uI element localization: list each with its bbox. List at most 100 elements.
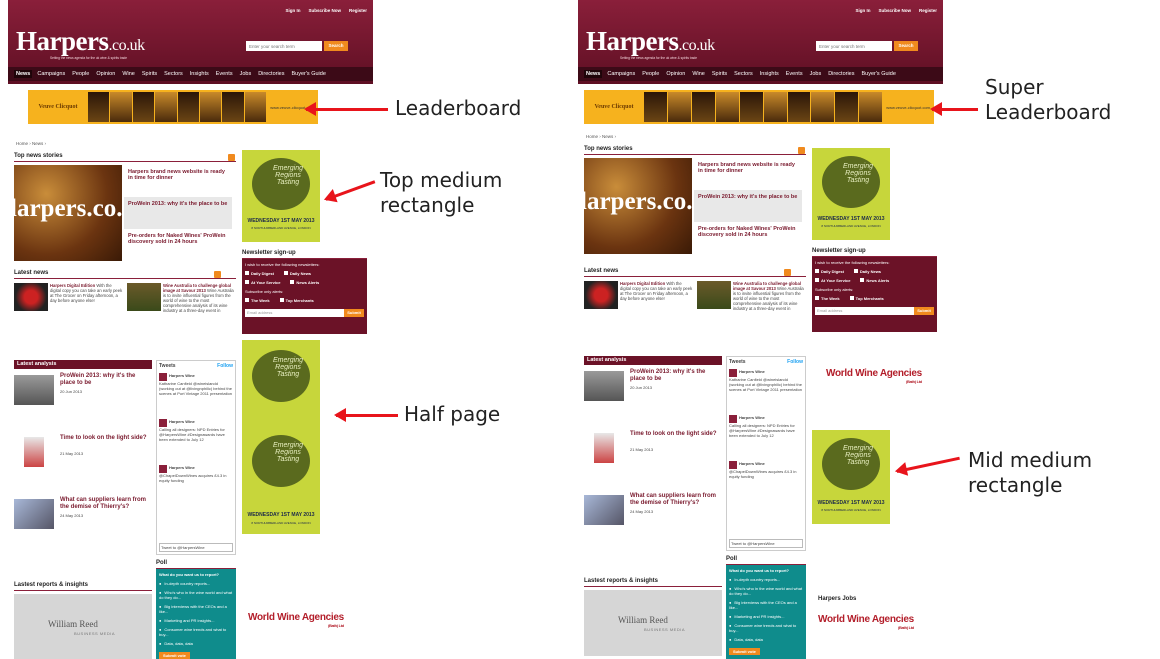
mid-medium-rectangle-ad[interactable]: Emerging Regions Tasting WEDNESDAY 1ST M…: [812, 430, 890, 524]
rss-icon[interactable]: [228, 154, 235, 161]
follow-button[interactable]: Follow: [217, 363, 233, 369]
list-item[interactable]: What can suppliers learn from the demise…: [14, 493, 152, 555]
poll-option[interactable]: Marketing and PR insights...: [729, 614, 803, 619]
follow-button[interactable]: Follow: [787, 359, 803, 365]
checkbox-at-your-service[interactable]: At Your Service: [245, 280, 280, 285]
world-wine-agencies-logo[interactable]: World Wine Agencies (Bath) Ltd: [826, 368, 922, 384]
headline-1[interactable]: Harpers brand news website is ready in t…: [124, 165, 232, 197]
poll-option[interactable]: Consumer wine trends and what to buy...: [159, 627, 233, 637]
tweet-item[interactable]: Harpers Wine Calling all designers: NPD E…: [159, 419, 233, 461]
checkbox-daily-news[interactable]: Daily News: [853, 269, 881, 274]
nav-insights[interactable]: Insights: [188, 70, 211, 78]
nav-events[interactable]: Events: [784, 70, 805, 78]
checkbox-the-week[interactable]: The Week: [245, 298, 270, 303]
poll-option[interactable]: Who's who in the wine world and what do …: [729, 586, 803, 596]
nav-news[interactable]: News: [584, 70, 603, 78]
top-medium-rectangle-ad[interactable]: Emerging Regions Tasting WEDNESDAY 1ST M…: [242, 150, 320, 242]
list-item[interactable]: Wine Australia to challenge global image…: [697, 281, 806, 311]
list-item[interactable]: Time to look on the light side? 21 May 2…: [14, 431, 152, 493]
subscribe-link[interactable]: Subscribe Now: [308, 8, 341, 13]
subscribe-link[interactable]: Subscribe Now: [878, 8, 911, 13]
william-reed-ad[interactable]: William Reed BUSINESS MEDIA: [14, 594, 152, 659]
rss-icon[interactable]: [784, 269, 791, 276]
search-input[interactable]: [246, 41, 322, 51]
email-field[interactable]: Email address: [815, 307, 914, 315]
submit-button[interactable]: Submit: [914, 307, 934, 315]
register-link[interactable]: Register: [349, 8, 367, 13]
world-wine-agencies-logo[interactable]: World Wine Agencies (Bath) Ltd: [248, 612, 344, 628]
headline-3[interactable]: Pre-orders for Naked Wines' ProWein disc…: [124, 229, 232, 261]
register-link[interactable]: Register: [919, 8, 937, 13]
checkbox-daily-digest[interactable]: Daily Digest: [245, 271, 274, 276]
leaderboard-ad[interactable]: Veuve Clicquot www.veuve-clicquot.com: [28, 90, 318, 124]
tweet-input[interactable]: Tweet to @HarpersWine: [159, 543, 233, 552]
submit-vote-button[interactable]: Submit vote: [159, 652, 190, 659]
nav-spirits[interactable]: Spirits: [140, 70, 159, 78]
poll-option[interactable]: In-depth country reports...: [159, 581, 233, 586]
nav-sectors[interactable]: Sectors: [732, 70, 755, 78]
tweet-item[interactable]: Harpers Wine @ChapelDownWines acquires £4…: [159, 465, 233, 507]
submit-vote-button[interactable]: Submit vote: [729, 648, 760, 655]
nav-opinion[interactable]: Opinion: [664, 70, 687, 78]
poll-option[interactable]: Big interviews with the CEOs and a like.…: [159, 604, 233, 614]
breadcrumb[interactable]: Home › News ›: [586, 134, 616, 139]
breadcrumb[interactable]: Home › News ›: [16, 141, 46, 146]
poll-option[interactable]: Big interviews with the CEOs and a like.…: [729, 600, 803, 610]
hero-image[interactable]: larpers.co.u: [14, 165, 122, 261]
list-item[interactable]: Harpers Digital Edition With the digital…: [14, 283, 123, 313]
checkbox-the-week[interactable]: The Week: [815, 296, 840, 301]
rss-icon[interactable]: [798, 147, 805, 154]
tweet-item[interactable]: Harpers Wine Katharine Canfield @wineisla…: [729, 369, 803, 411]
poll-option[interactable]: Who's who in the wine world and what do …: [159, 590, 233, 600]
nav-wine[interactable]: Wine: [690, 70, 707, 78]
submit-button[interactable]: Submit: [344, 309, 364, 317]
search-input[interactable]: [816, 41, 892, 51]
nav-jobs[interactable]: Jobs: [808, 70, 824, 78]
rss-icon[interactable]: [214, 271, 221, 278]
list-item[interactable]: Wine Australia to challenge global image…: [127, 283, 236, 313]
sign-in-link[interactable]: Sign In: [285, 8, 300, 13]
checkbox-daily-news[interactable]: Daily News: [283, 271, 311, 276]
half-page-ad[interactable]: Emerging Regions Tasting Emerging Region…: [242, 340, 320, 534]
list-item[interactable]: ProWein 2013: why it's the place to be 2…: [14, 369, 152, 431]
checkbox-news-alerts[interactable]: News Alerts: [290, 280, 319, 285]
list-item[interactable]: Harpers Digital Edition With the digital…: [584, 281, 693, 311]
nav-campaigns[interactable]: Campaigns: [35, 70, 67, 78]
nav-news[interactable]: News: [14, 70, 33, 78]
super-leaderboard-ad[interactable]: Veuve Clicquot www.veuve-clicquot.com: [584, 90, 934, 124]
headline-2[interactable]: ProWein 2013: why it's the place to be: [694, 190, 802, 222]
checkbox-top-merchants[interactable]: Top Merchants: [849, 296, 884, 301]
nav-insights[interactable]: Insights: [758, 70, 781, 78]
headline-1[interactable]: Harpers brand news website is ready in t…: [694, 158, 802, 190]
poll-option[interactable]: Marketing and PR insights...: [159, 618, 233, 623]
poll-option[interactable]: Consumer wine trends and what to buy...: [729, 623, 803, 633]
checkbox-at-your-service[interactable]: At Your Service: [815, 278, 850, 283]
poll-option[interactable]: In-depth country reports...: [729, 577, 803, 582]
list-item[interactable]: ProWein 2013: why it's the place to be 2…: [584, 365, 722, 427]
search-button[interactable]: Search: [894, 41, 918, 51]
sign-in-link[interactable]: Sign In: [855, 8, 870, 13]
nav-people[interactable]: People: [70, 70, 91, 78]
nav-wine[interactable]: Wine: [120, 70, 137, 78]
headline-2[interactable]: ProWein 2013: why it's the place to be: [124, 197, 232, 229]
site-logo[interactable]: Harpers.co.uk: [16, 26, 145, 57]
search-button[interactable]: Search: [324, 41, 348, 51]
headline-3[interactable]: Pre-orders for Naked Wines' ProWein disc…: [694, 222, 802, 254]
nav-people[interactable]: People: [640, 70, 661, 78]
hero-image[interactable]: larpers.co.u: [584, 158, 692, 254]
tweet-item[interactable]: Harpers Wine Katharine Canfield @wineisla…: [159, 373, 233, 415]
nav-jobs[interactable]: Jobs: [238, 70, 254, 78]
checkbox-top-merchants[interactable]: Top Merchants: [279, 298, 314, 303]
poll-option[interactable]: Data, data, data: [159, 641, 233, 646]
checkbox-daily-digest[interactable]: Daily Digest: [815, 269, 844, 274]
nav-events[interactable]: Events: [214, 70, 235, 78]
nav-opinion[interactable]: Opinion: [94, 70, 117, 78]
nav-campaigns[interactable]: Campaigns: [605, 70, 637, 78]
site-logo[interactable]: Harpers.co.uk: [586, 26, 715, 57]
top-medium-rectangle-ad[interactable]: Emerging Regions Tasting WEDNESDAY 1ST M…: [812, 148, 890, 240]
nav-spirits[interactable]: Spirits: [710, 70, 729, 78]
nav-directories[interactable]: Directories: [256, 70, 286, 78]
william-reed-ad[interactable]: William Reed BUSINESS MEDIA: [584, 590, 722, 656]
nav-buyers-guide[interactable]: Buyer's Guide: [290, 70, 328, 78]
tweet-input[interactable]: Tweet to @HarpersWine: [729, 539, 803, 548]
